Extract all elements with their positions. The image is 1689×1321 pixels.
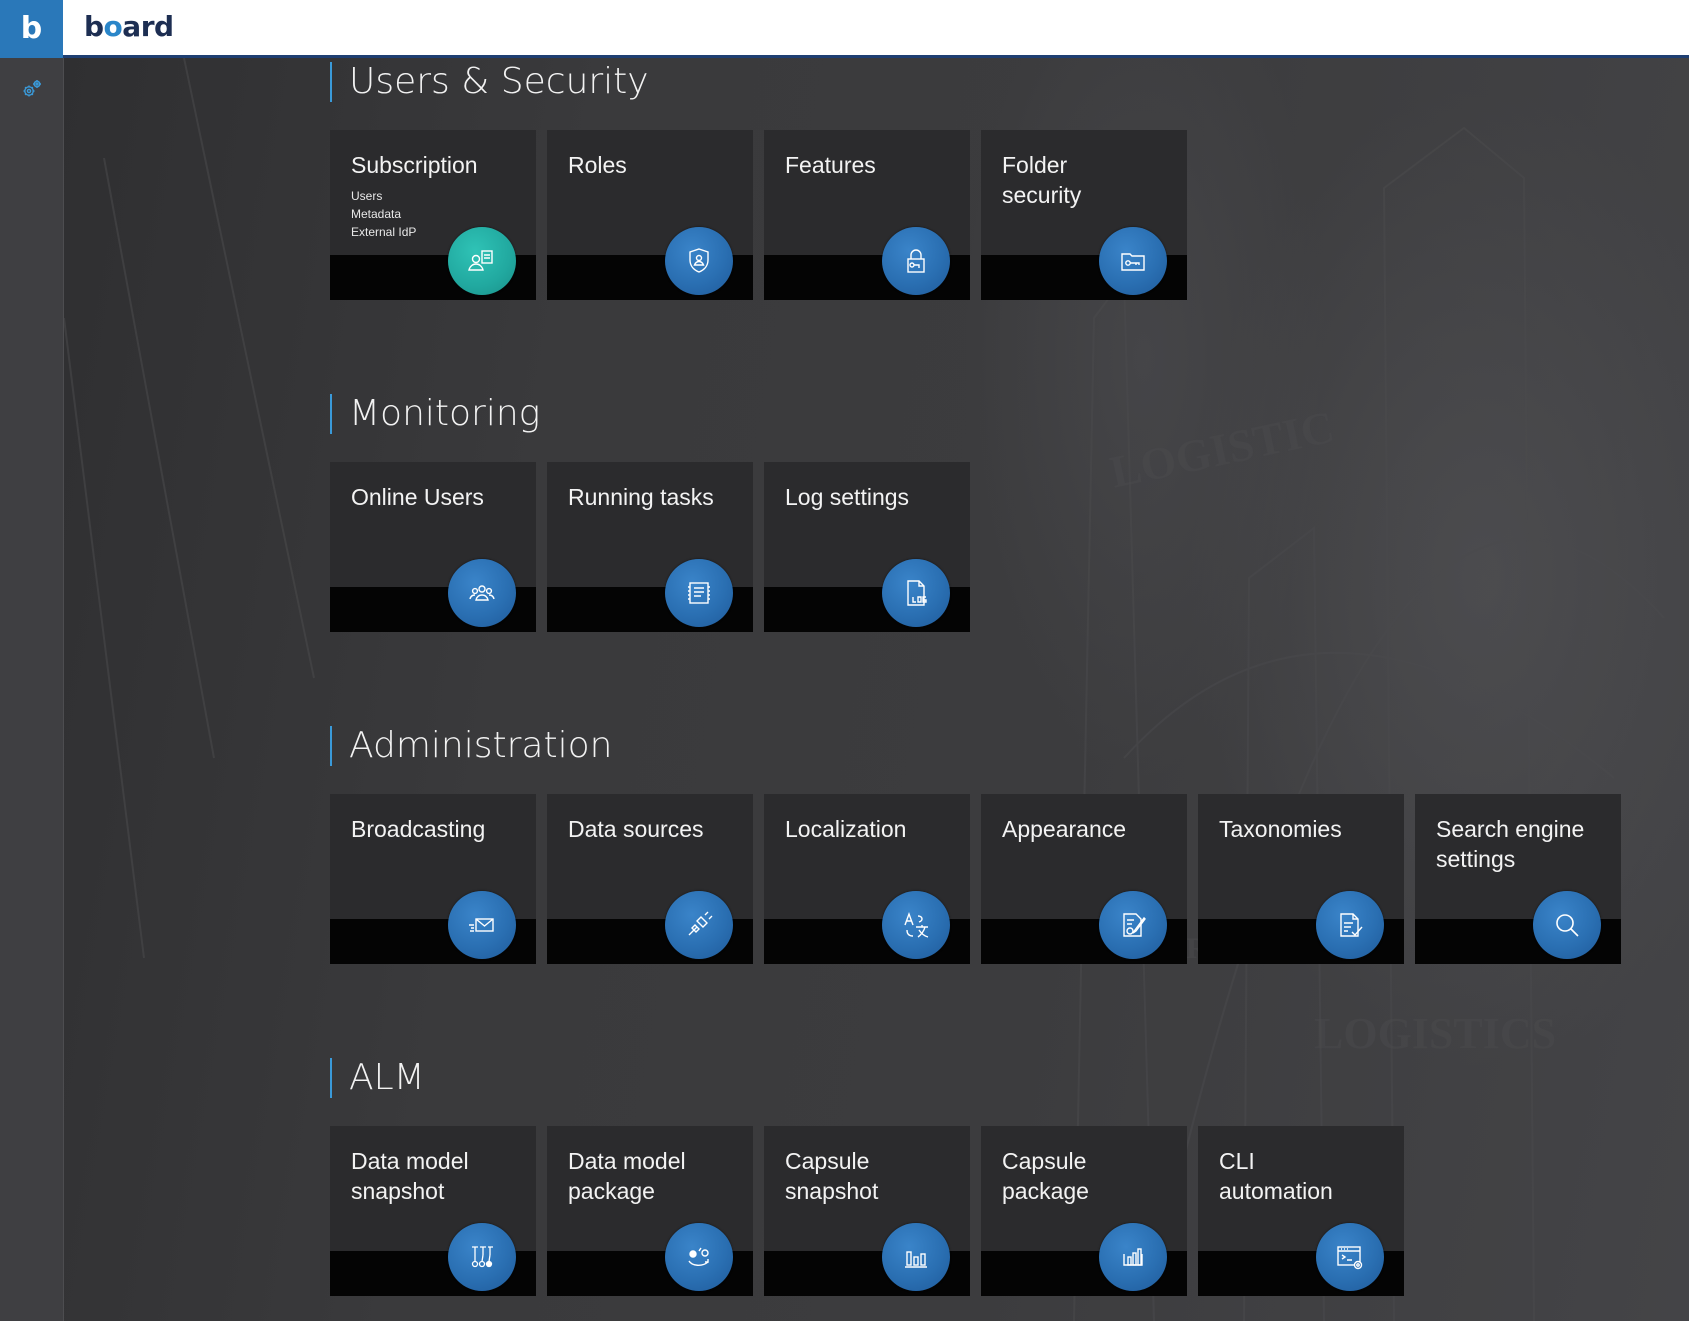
tile-running-tasks[interactable]: Running tasks bbox=[547, 462, 753, 632]
tile-taxonomies[interactable]: Taxonomies bbox=[1198, 794, 1404, 964]
folder-key-icon bbox=[1099, 227, 1167, 295]
tile-label: Appearance bbox=[1002, 816, 1127, 842]
model-snapshot-icon bbox=[448, 1223, 516, 1291]
tile-broadcasting[interactable]: Broadcasting bbox=[330, 794, 536, 964]
tile-data-model-snapshot[interactable]: Data model snapshot bbox=[330, 1126, 536, 1296]
envelope-send-icon bbox=[448, 891, 516, 959]
log-file-icon bbox=[882, 559, 950, 627]
tile-label: Data sources bbox=[568, 816, 704, 842]
board-logo-badge[interactable]: b bbox=[0, 0, 63, 58]
tile-label: Features bbox=[785, 152, 876, 178]
tile-appearance[interactable]: Appearance bbox=[981, 794, 1187, 964]
tile-label: Taxonomies bbox=[1219, 816, 1342, 842]
tile-label: Capsule package bbox=[1002, 1148, 1089, 1204]
capsule-package-icon bbox=[1099, 1223, 1167, 1291]
tile-data-sources[interactable]: Data sources bbox=[547, 794, 753, 964]
padlock-icon bbox=[882, 227, 950, 295]
section-title: Users & Security bbox=[330, 62, 649, 102]
tile-label: Subscription bbox=[351, 152, 478, 178]
palette-document-icon bbox=[1099, 891, 1167, 959]
section-title: Monitoring bbox=[330, 394, 540, 434]
tile-online-users[interactable]: Online Users bbox=[330, 462, 536, 632]
tile-sublist: Users Metadata External IdP bbox=[351, 187, 416, 241]
tile-sub-users[interactable]: Users bbox=[351, 187, 416, 205]
model-package-icon bbox=[665, 1223, 733, 1291]
tile-label: Search engine settings bbox=[1436, 816, 1585, 872]
brand-logo: board bbox=[84, 10, 174, 43]
section-title: Administration bbox=[330, 726, 612, 766]
tile-label: Running tasks bbox=[568, 484, 714, 510]
tile-label: Roles bbox=[568, 152, 627, 178]
tile-roles[interactable]: Roles bbox=[547, 130, 753, 300]
tile-localization[interactable]: Localization bbox=[764, 794, 970, 964]
tile-label: Log settings bbox=[785, 484, 910, 510]
tile-label: Folder security bbox=[1002, 152, 1082, 208]
svg-text:LOGISTIC: LOGISTIC bbox=[1105, 401, 1338, 498]
tile-label: Data model package bbox=[568, 1148, 686, 1204]
gears-icon[interactable] bbox=[20, 77, 44, 101]
tile-folder-security[interactable]: Folder security bbox=[981, 130, 1187, 300]
tile-label: Data model snapshot bbox=[351, 1148, 469, 1204]
users-group-icon bbox=[448, 559, 516, 627]
tile-subscription[interactable]: Subscription Users Metadata External IdP bbox=[330, 130, 536, 300]
user-document-icon bbox=[448, 227, 516, 295]
tile-label: Online Users bbox=[351, 484, 484, 510]
terminal-gear-icon bbox=[1316, 1223, 1384, 1291]
tile-label: CLI automation bbox=[1219, 1148, 1333, 1204]
tile-capsule-package[interactable]: Capsule package bbox=[981, 1126, 1187, 1296]
plug-connector-icon bbox=[665, 891, 733, 959]
tile-label: Capsule snapshot bbox=[785, 1148, 879, 1204]
task-chip-icon bbox=[665, 559, 733, 627]
tile-sub-external-idp[interactable]: External IdP bbox=[351, 223, 416, 241]
document-check-icon bbox=[1316, 891, 1384, 959]
svg-text:LOGISTICS: LOGISTICS bbox=[1314, 1009, 1556, 1058]
tile-search-engine-settings[interactable]: Search engine settings bbox=[1415, 794, 1621, 964]
magnifier-icon bbox=[1533, 891, 1601, 959]
translate-icon bbox=[882, 891, 950, 959]
tile-log-settings[interactable]: Log settings bbox=[764, 462, 970, 632]
section-title: ALM bbox=[330, 1058, 425, 1098]
tile-data-model-package[interactable]: Data model package bbox=[547, 1126, 753, 1296]
tile-label: Broadcasting bbox=[351, 816, 486, 842]
tile-capsule-snapshot[interactable]: Capsule snapshot bbox=[764, 1126, 970, 1296]
tile-features[interactable]: Features bbox=[764, 130, 970, 300]
sidebar bbox=[0, 58, 64, 1321]
capsule-snapshot-icon bbox=[882, 1223, 950, 1291]
tile-cli-automation[interactable]: CLI automation bbox=[1198, 1126, 1404, 1296]
logo-letter: b bbox=[20, 11, 43, 46]
tile-label: Localization bbox=[785, 816, 907, 842]
top-bar: b board bbox=[0, 0, 1689, 58]
shield-user-icon bbox=[665, 227, 733, 295]
tile-sub-metadata[interactable]: Metadata bbox=[351, 205, 416, 223]
